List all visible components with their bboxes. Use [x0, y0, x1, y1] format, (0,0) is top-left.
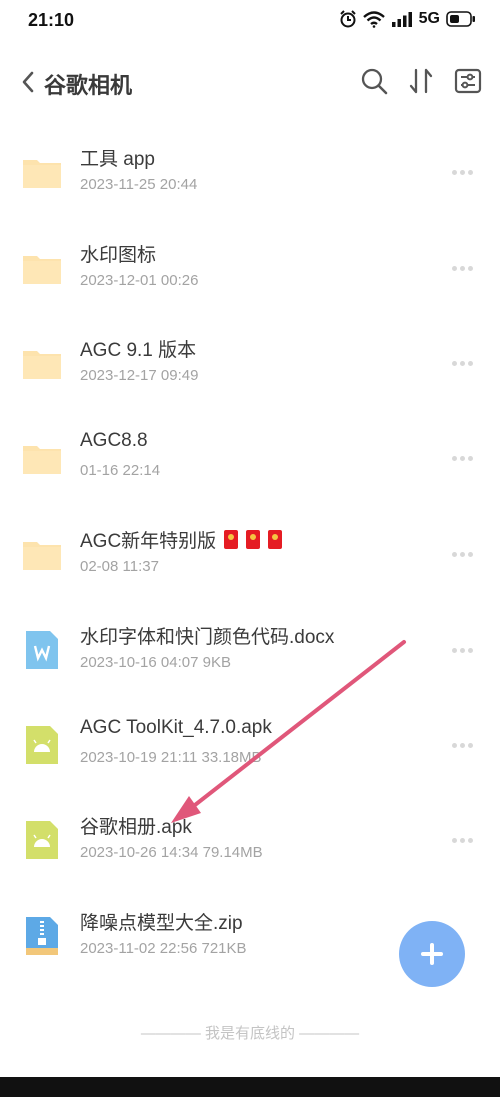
apk-icon — [26, 726, 58, 764]
page-title: 谷歌相机 — [44, 73, 133, 98]
add-button[interactable] — [399, 921, 465, 987]
file-name: AGC ToolKit_4.7.0.apk — [80, 717, 272, 738]
apk-icon — [26, 821, 58, 859]
list-item[interactable]: 工具 app 2023-11-25 20:44 — [0, 126, 500, 221]
back-icon[interactable] — [18, 68, 40, 96]
file-meta: 2023-10-19 21:11 33.18MB — [80, 749, 262, 766]
file-name: 谷歌相册.apk — [80, 817, 192, 838]
folder-icon — [23, 256, 61, 284]
file-name: AGC 9.1 版本 — [80, 340, 197, 361]
file-name: 水印图标 — [80, 245, 157, 266]
more-icon[interactable] — [452, 735, 476, 755]
status-icons: 5G — [339, 10, 476, 28]
signal-icon — [391, 12, 412, 27]
file-name: AGC新年特别版 — [80, 526, 283, 553]
more-icon[interactable] — [452, 640, 476, 660]
folder-icon — [23, 160, 61, 188]
red-envelope-icon — [224, 530, 239, 549]
file-name: 水印字体和快门颜色代码.docx — [80, 627, 335, 648]
list-item[interactable]: AGC新年特别版 02-08 11:37 — [0, 508, 500, 603]
list-item[interactable]: AGC ToolKit_4.7.0.apk 2023-10-19 21:11 3… — [0, 699, 500, 794]
wifi-icon — [362, 10, 385, 28]
file-meta: 2023-10-16 04:07 9KB — [80, 654, 231, 671]
file-name: AGC8.8 — [80, 430, 148, 451]
folder-icon — [23, 351, 61, 379]
list-end-label: ———— 我是有底线的 ———— — [140, 1025, 360, 1042]
list-item[interactable]: AGC8.8 01-16 22:14 — [0, 412, 500, 507]
more-icon[interactable] — [452, 258, 476, 278]
more-icon[interactable] — [452, 830, 476, 850]
red-envelope-icon — [268, 530, 283, 549]
network-label: 5G — [418, 10, 440, 27]
file-name-text: AGC新年特别版 — [80, 531, 217, 552]
file-meta: 2023-11-25 20:44 — [80, 176, 198, 193]
folder-icon — [23, 446, 61, 474]
file-meta: 2023-12-17 09:49 — [80, 367, 199, 384]
more-icon[interactable] — [452, 544, 476, 564]
list-item[interactable]: AGC 9.1 版本 2023-12-17 09:49 — [0, 317, 500, 412]
file-name: 工具 app — [80, 149, 155, 170]
file-name: 降噪点模型大全.zip — [80, 913, 243, 934]
more-icon[interactable] — [452, 448, 476, 468]
more-icon[interactable] — [452, 353, 476, 373]
file-meta: 2023-12-01 00:26 — [80, 272, 199, 289]
list-item[interactable]: 水印图标 2023-12-01 00:26 — [0, 222, 500, 317]
file-meta: 02-08 11:37 — [80, 558, 159, 575]
search-icon[interactable] — [359, 66, 389, 96]
filter-icon[interactable] — [453, 66, 483, 96]
list-item[interactable]: 水印字体和快门颜色代码.docx 2023-10-16 04:07 9KB — [0, 604, 500, 699]
more-icon[interactable] — [452, 162, 476, 182]
red-envelope-icon — [246, 530, 261, 549]
battery-icon — [446, 11, 475, 27]
alarm-icon — [339, 10, 356, 28]
status-time: 21:10 — [28, 10, 75, 30]
folder-icon — [23, 542, 61, 570]
file-meta: 2023-11-02 22:56 721KB — [80, 940, 247, 957]
file-meta: 2023-10-26 14:34 79.14MB — [80, 844, 263, 861]
app-header: 谷歌相机 — [0, 50, 500, 114]
sort-icon[interactable] — [406, 66, 436, 96]
file-meta: 01-16 22:14 — [80, 462, 161, 479]
zip-icon — [26, 917, 58, 955]
docx-icon — [26, 631, 58, 669]
status-bar: 21:10 5G — [0, 0, 500, 44]
list-item[interactable]: 谷歌相册.apk 2023-10-26 14:34 79.14MB — [0, 794, 500, 889]
home-indicator-bar — [0, 1077, 500, 1097]
